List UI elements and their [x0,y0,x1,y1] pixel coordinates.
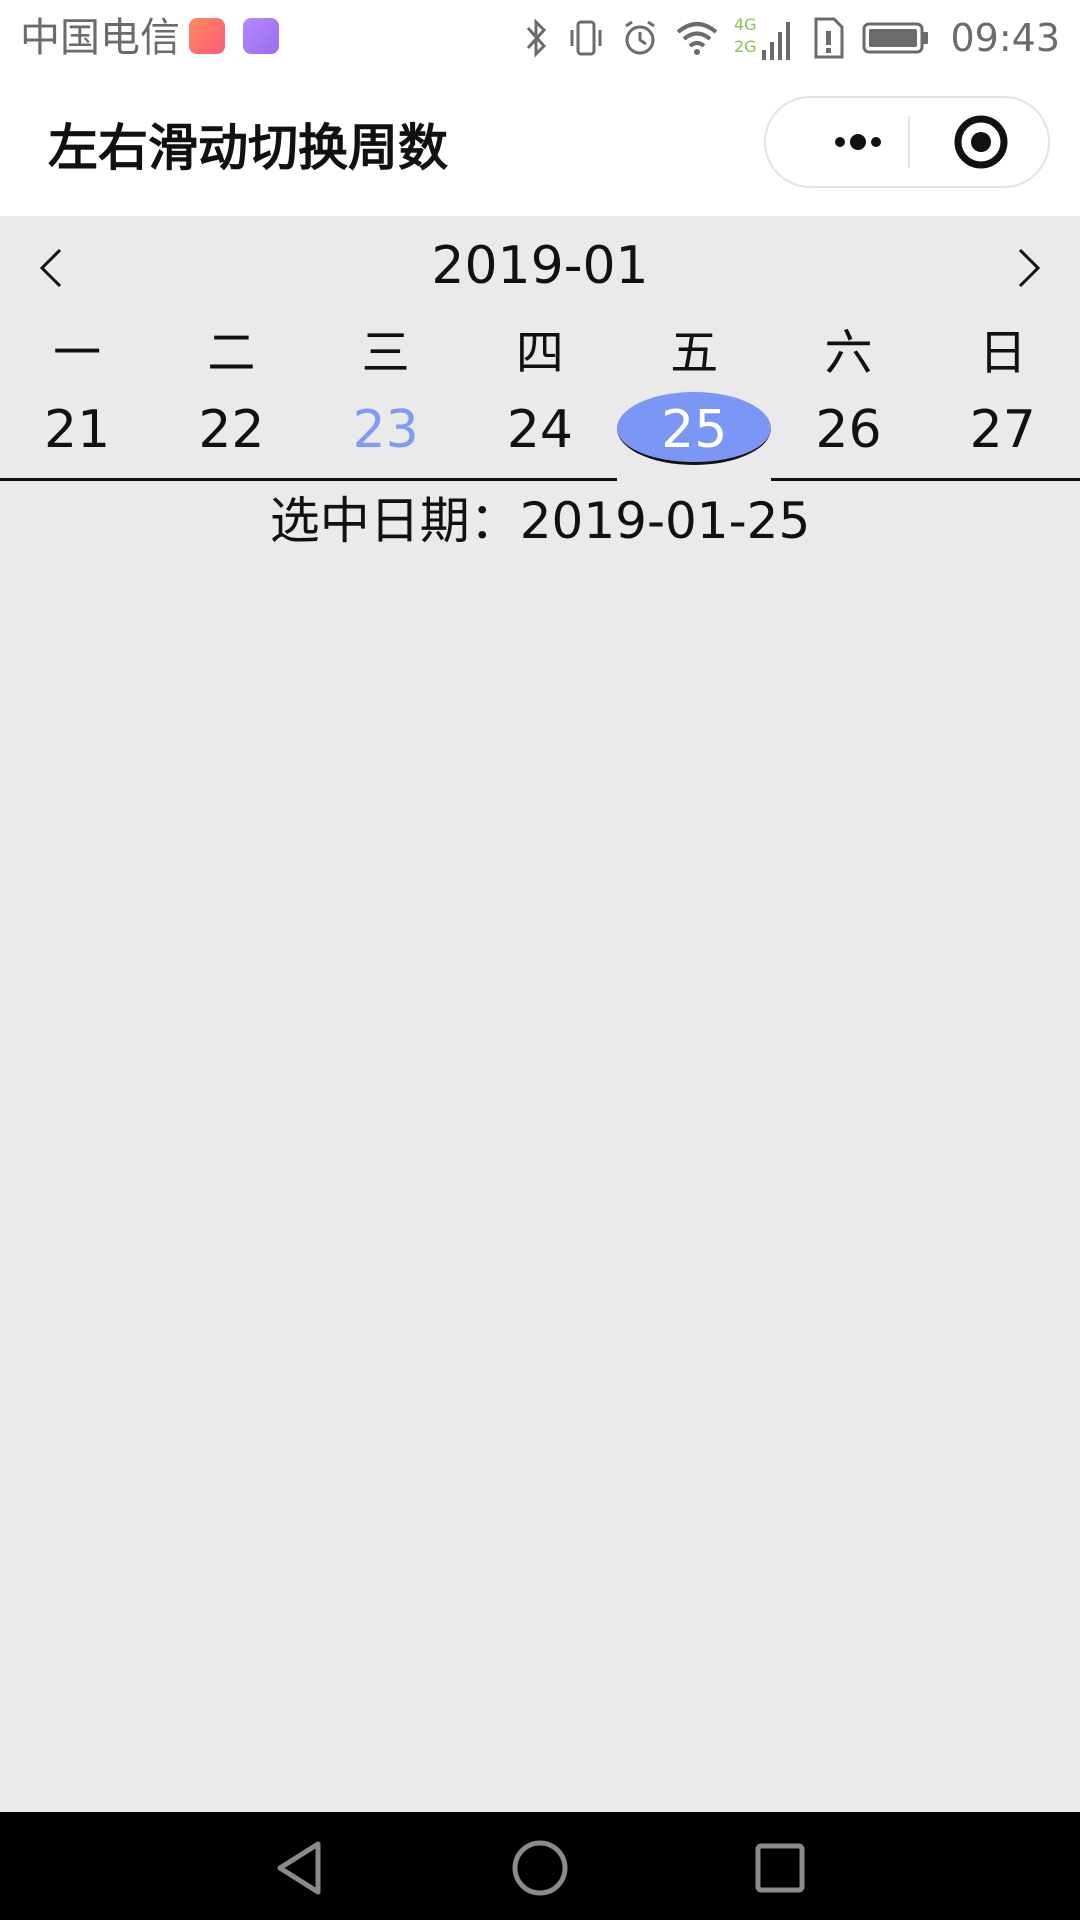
network-4g-label: 4G [734,15,757,34]
system-nav-bar [0,1812,1080,1920]
back-triangle-icon [277,1841,321,1895]
gallery-app-icon [243,18,279,54]
capsule-divider [908,116,910,168]
date-number: 21 [44,400,111,460]
recent-apps-button[interactable] [750,1838,810,1898]
date-cell[interactable]: 21 [0,390,154,478]
battery-icon [862,22,929,54]
status-bar: 中国电信 4G 2G 09:43 [0,0,1080,76]
more-dots-icon [835,134,881,150]
date-row: 21 22 23 24 25 26 27 [0,390,1080,481]
weekday-sun: 日 [978,325,1027,381]
date-number: 22 [198,400,265,460]
home-button[interactable] [510,1838,570,1898]
network-2g-label: 2G [734,37,757,56]
month-label: 2019-01 [431,236,649,296]
weekday-fri: 五 [670,325,719,381]
back-button[interactable] [270,1838,330,1898]
recent-square-icon [755,1843,805,1893]
carrier-name: 中国电信 [20,15,180,61]
home-circle-icon [512,1840,568,1896]
date-cell[interactable]: 24 [463,390,617,478]
mini-program-capsule [764,96,1050,188]
weekday-wed: 三 [361,325,410,381]
status-icons: 4G 2G 09:43 [522,10,1060,66]
vibrate-icon [570,20,602,56]
date-cell-selected[interactable]: 25 [617,390,772,481]
signal-icon: 4G 2G [734,15,791,60]
date-number: 26 [815,400,882,460]
bluetooth-icon [527,18,547,58]
sim-alert-icon [814,17,844,59]
date-cell[interactable]: 27 [926,390,1080,478]
weekday-thu: 四 [515,325,564,381]
date-number: 25 [661,400,728,460]
health-app-icon [189,18,225,54]
target-close-icon [954,115,1008,169]
date-number: 27 [969,400,1036,460]
weekday-mon: 一 [53,325,102,381]
next-week-button[interactable] [1004,244,1052,292]
title-bar: 左右滑动切换周数 [0,76,1080,216]
date-cell[interactable]: 22 [154,390,308,478]
close-button[interactable] [946,98,1016,186]
page-title: 左右滑动切换周数 [48,119,448,177]
selected-date-text: 选中日期：2019-01-25 [269,492,811,550]
weekday-tue: 二 [207,325,256,381]
weekday-sat: 六 [824,325,873,381]
alarm-icon [625,20,656,55]
date-cell-today[interactable]: 23 [309,390,463,478]
date-cell[interactable]: 26 [771,390,925,478]
week-calendar[interactable]: 2019-01 一 二 三 四 五 六 日 21 22 23 24 25 26 … [0,216,1080,561]
date-number: 23 [352,400,419,460]
chevron-right-icon [1018,248,1041,288]
weekday-row: 一 二 三 四 五 六 日 [0,316,1080,390]
wifi-icon [677,22,718,55]
date-number: 24 [506,400,574,460]
month-header: 2019-01 [0,216,1080,316]
screen: 中国电信 4G 2G 09:43 左右滑动切换周数 2019-01 一 二 三 … [0,0,1080,1920]
status-time: 09:43 [950,16,1060,60]
more-button[interactable] [806,98,906,186]
